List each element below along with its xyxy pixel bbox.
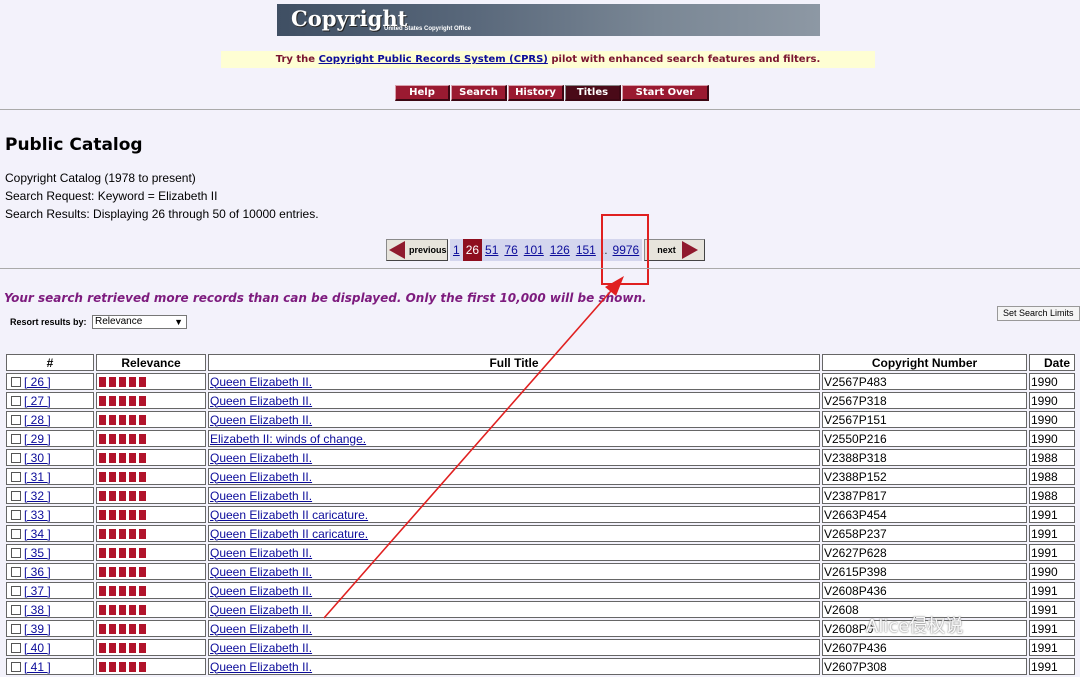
annotation-arrow xyxy=(323,276,624,619)
arrow-shaft xyxy=(323,282,619,619)
watermark: Alice侵权说 xyxy=(866,616,964,637)
arrow-head xyxy=(605,276,624,296)
